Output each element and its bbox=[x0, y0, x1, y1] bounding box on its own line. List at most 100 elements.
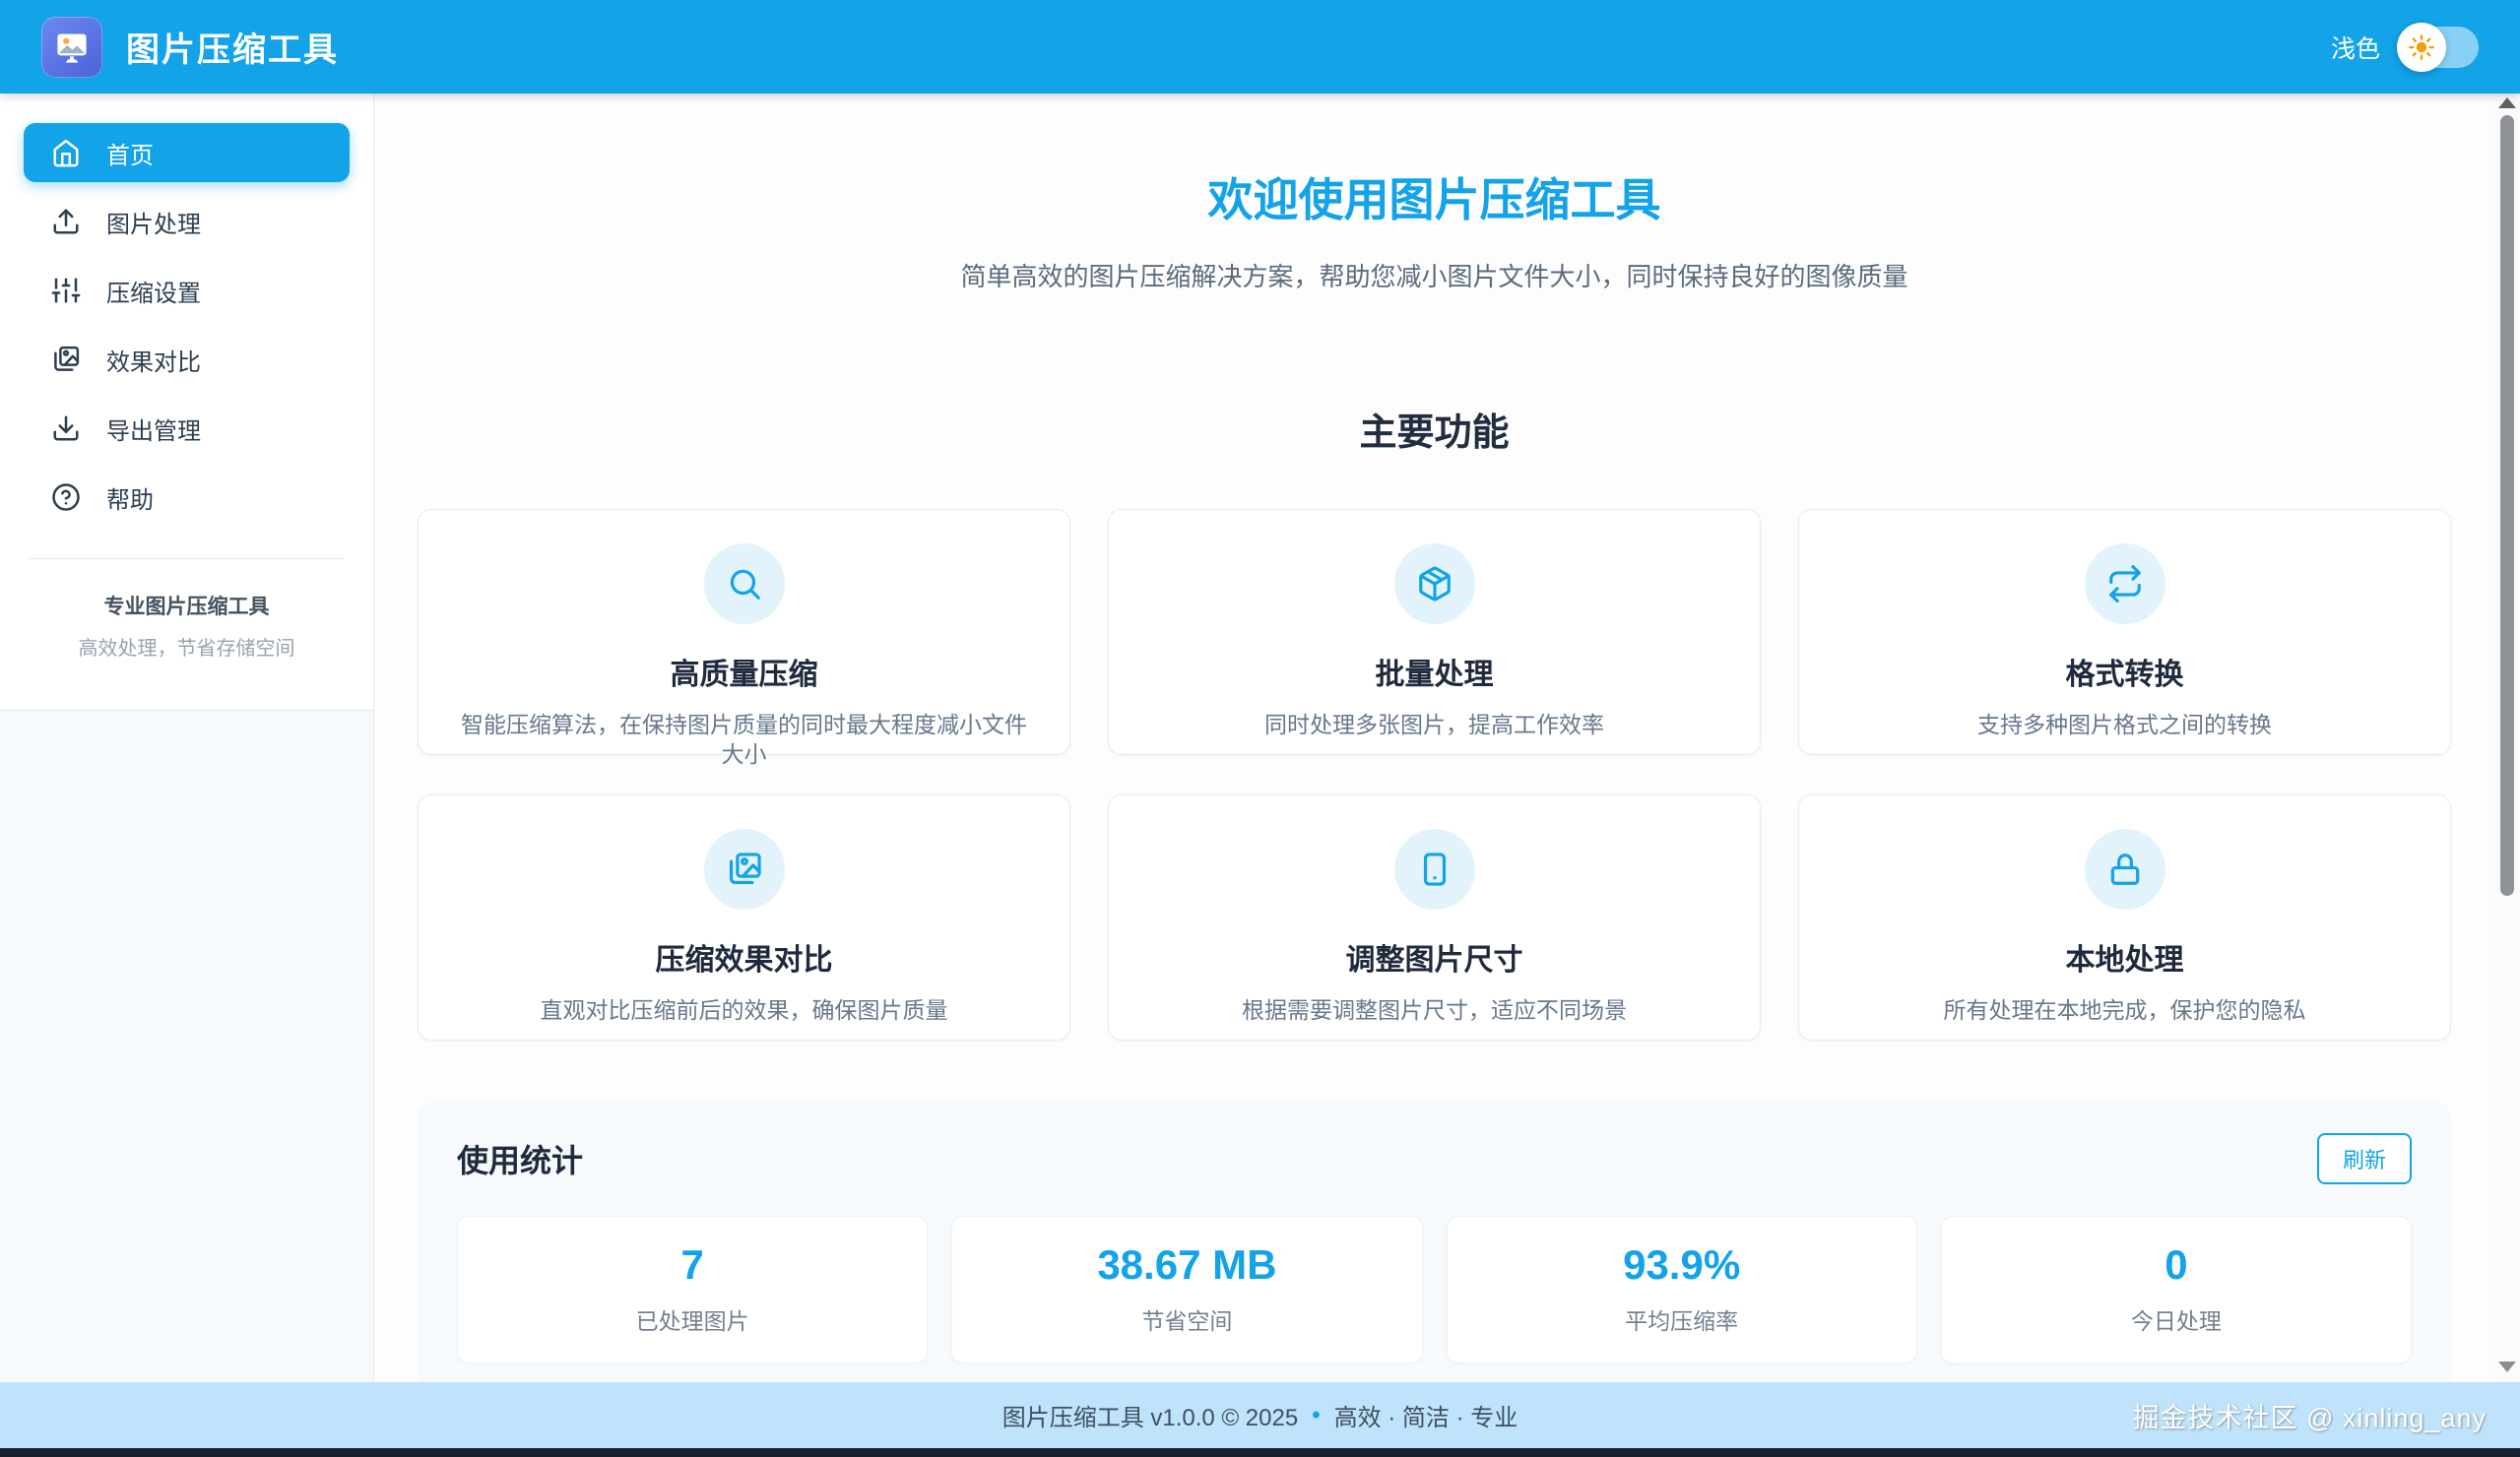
feature-icon-circle bbox=[1394, 543, 1475, 624]
feature-card: 调整图片尺寸根据需要调整图片尺寸，适应不同场景 bbox=[1108, 794, 1761, 1041]
tagline-subtitle: 高效处理，节省存储空间 bbox=[24, 632, 350, 661]
stat-label: 节省空间 bbox=[962, 1302, 1411, 1336]
main-content: 欢迎使用图片压缩工具 简单高效的图片压缩解决方案，帮助您减小图片文件大小，同时保… bbox=[374, 94, 2494, 1382]
stat-value: 7 bbox=[468, 1243, 917, 1287]
feature-description: 所有处理在本地完成，保护您的隐私 bbox=[1837, 996, 2413, 1026]
upload-icon bbox=[51, 207, 81, 236]
features-grid: 高质量压缩智能压缩算法，在保持图片质量的同时最大程度减小文件大小批量处理同时处理… bbox=[418, 509, 2451, 1041]
sidebar-item-label: 导出管理 bbox=[106, 412, 201, 446]
repeat-icon bbox=[2106, 565, 2144, 602]
sidebar-item-sliders[interactable]: 压缩设置 bbox=[24, 261, 350, 320]
footer-separator: • bbox=[1312, 1402, 1320, 1429]
feature-description: 直观对比压缩前后的效果，确保图片质量 bbox=[456, 996, 1032, 1026]
stat-value: 38.67 MB bbox=[962, 1243, 1411, 1287]
feature-title: 本地处理 bbox=[1837, 935, 2413, 979]
page-subtitle: 简单高效的图片压缩解决方案，帮助您减小图片文件大小，同时保持良好的图像质量 bbox=[418, 257, 2451, 293]
images-icon bbox=[51, 345, 81, 374]
sidebar-item-label: 首页 bbox=[106, 136, 154, 170]
sidebar-item-help[interactable]: 帮助 bbox=[24, 468, 350, 527]
feature-icon-circle bbox=[2085, 829, 2165, 910]
sliders-icon bbox=[51, 276, 81, 305]
tagline-title: 专业图片压缩工具 bbox=[24, 591, 350, 620]
stat-card: 38.67 MB 节省空间 bbox=[951, 1216, 1422, 1363]
feature-icon-circle bbox=[704, 829, 785, 910]
stats-header: 使用统计 刷新 bbox=[457, 1133, 2412, 1184]
watermark-text: 掘金技术社区 @ xinling_any bbox=[2132, 1396, 2487, 1434]
feature-icon-circle bbox=[704, 543, 785, 624]
app-logo-icon bbox=[41, 17, 102, 78]
stat-value: 93.9% bbox=[1457, 1243, 1906, 1287]
sidebar-divider bbox=[30, 558, 344, 559]
refresh-button[interactable]: 刷新 bbox=[2317, 1133, 2412, 1184]
feature-card: 高质量压缩智能压缩算法，在保持图片质量的同时最大程度减小文件大小 bbox=[418, 509, 1070, 755]
stats-section: 使用统计 刷新 7 已处理图片 38.67 MB 节省空间 93.9% 平均压缩率 0 今日处… bbox=[418, 1102, 2451, 1382]
sun-icon bbox=[2407, 32, 2436, 62]
feature-title: 批量处理 bbox=[1146, 650, 1722, 693]
lock-icon bbox=[2106, 851, 2144, 888]
body-row: 首页图片处理压缩设置效果对比导出管理帮助 专业图片压缩工具 高效处理，节省存储空… bbox=[0, 94, 2520, 1382]
brand: 图片压缩工具 bbox=[41, 17, 339, 78]
feature-description: 支持多种图片格式之间的转换 bbox=[1837, 711, 2413, 740]
features-heading: 主要功能 bbox=[418, 402, 2451, 456]
feature-title: 压缩效果对比 bbox=[456, 935, 1032, 979]
stat-card: 93.9% 平均压缩率 bbox=[1447, 1216, 1917, 1363]
feature-card: 压缩效果对比直观对比压缩前后的效果，确保图片质量 bbox=[418, 794, 1070, 1041]
bottom-strip bbox=[0, 1448, 2520, 1457]
stat-card: 0 今日处理 bbox=[1941, 1216, 2412, 1363]
stats-heading: 使用统计 bbox=[457, 1136, 583, 1181]
download-icon bbox=[51, 413, 81, 443]
scrollbar-thumb[interactable] bbox=[2500, 115, 2514, 896]
sidebar-item-upload[interactable]: 图片处理 bbox=[24, 192, 350, 251]
feature-title: 高质量压缩 bbox=[456, 650, 1032, 693]
sidebar-item-label: 效果对比 bbox=[106, 343, 201, 377]
feature-title: 格式转换 bbox=[1837, 650, 2413, 693]
sidebar-tagline: 专业图片压缩工具 高效处理，节省存储空间 bbox=[24, 591, 350, 666]
smartphone-icon bbox=[1416, 851, 1454, 888]
scrollbar-up-arrow-icon[interactable] bbox=[2498, 97, 2516, 108]
feature-icon-circle bbox=[2085, 543, 2165, 624]
sidebar-item-label: 帮助 bbox=[106, 480, 154, 515]
vertical-scrollbar[interactable] bbox=[2494, 94, 2520, 1382]
stats-grid: 7 已处理图片 38.67 MB 节省空间 93.9% 平均压缩率 0 今日处理 bbox=[457, 1216, 2412, 1363]
footer-slogan-text: 高效 · 简洁 · 专业 bbox=[1334, 1398, 1518, 1432]
header-bar: 图片压缩工具 浅色 bbox=[0, 0, 2520, 94]
package-icon bbox=[1416, 565, 1454, 602]
sidebar: 首页图片处理压缩设置效果对比导出管理帮助 专业图片压缩工具 高效处理，节省存储空… bbox=[0, 94, 374, 1382]
sidebar-item-label: 压缩设置 bbox=[106, 274, 201, 308]
feature-icon-circle bbox=[1394, 829, 1475, 910]
stat-label: 平均压缩率 bbox=[1457, 1302, 1906, 1336]
scrollbar-down-arrow-icon[interactable] bbox=[2498, 1362, 2516, 1372]
search-icon bbox=[726, 565, 763, 602]
feature-card: 批量处理同时处理多张图片，提高工作效率 bbox=[1108, 509, 1761, 755]
images-icon bbox=[726, 851, 763, 888]
theme-toggle-knob[interactable] bbox=[2397, 23, 2446, 72]
sidebar-item-download[interactable]: 导出管理 bbox=[24, 399, 350, 458]
stat-card: 7 已处理图片 bbox=[457, 1216, 928, 1363]
sidebar-item-home[interactable]: 首页 bbox=[24, 123, 350, 182]
page-title: 欢迎使用图片压缩工具 bbox=[418, 164, 2451, 229]
theme-toggle[interactable] bbox=[2400, 27, 2479, 68]
feature-card: 格式转换支持多种图片格式之间的转换 bbox=[1798, 509, 2451, 755]
feature-card: 本地处理所有处理在本地完成，保护您的隐私 bbox=[1798, 794, 2451, 1041]
sidebar-item-images[interactable]: 效果对比 bbox=[24, 330, 350, 389]
footer-text: 图片压缩工具 v1.0.0 © 2025 • 高效 · 简洁 · 专业 bbox=[1002, 1398, 1518, 1432]
image-app-icon bbox=[47, 23, 97, 72]
stat-label: 今日处理 bbox=[1952, 1302, 2401, 1336]
sidebar-item-label: 图片处理 bbox=[106, 205, 201, 239]
theme-switcher: 浅色 bbox=[2331, 27, 2479, 68]
stat-label: 已处理图片 bbox=[468, 1302, 917, 1336]
sidebar-panel: 首页图片处理压缩设置效果对比导出管理帮助 专业图片压缩工具 高效处理，节省存储空… bbox=[0, 94, 373, 711]
feature-description: 智能压缩算法，在保持图片质量的同时最大程度减小文件大小 bbox=[456, 711, 1032, 770]
stat-value: 0 bbox=[1952, 1243, 2401, 1287]
home-icon bbox=[51, 138, 81, 167]
app-title: 图片压缩工具 bbox=[126, 23, 339, 71]
feature-title: 调整图片尺寸 bbox=[1146, 935, 1722, 979]
help-icon bbox=[51, 482, 81, 512]
footer-bar: 图片压缩工具 v1.0.0 © 2025 • 高效 · 简洁 · 专业 掘金技术… bbox=[0, 1382, 2520, 1448]
app-window: 图片压缩工具 浅色 bbox=[0, 0, 2520, 1457]
sidebar-nav: 首页图片处理压缩设置效果对比导出管理帮助 bbox=[24, 123, 350, 527]
footer-version-text: 图片压缩工具 v1.0.0 © 2025 bbox=[1002, 1398, 1298, 1432]
theme-label: 浅色 bbox=[2331, 30, 2380, 65]
feature-description: 同时处理多张图片，提高工作效率 bbox=[1146, 711, 1722, 740]
feature-description: 根据需要调整图片尺寸，适应不同场景 bbox=[1146, 996, 1722, 1026]
